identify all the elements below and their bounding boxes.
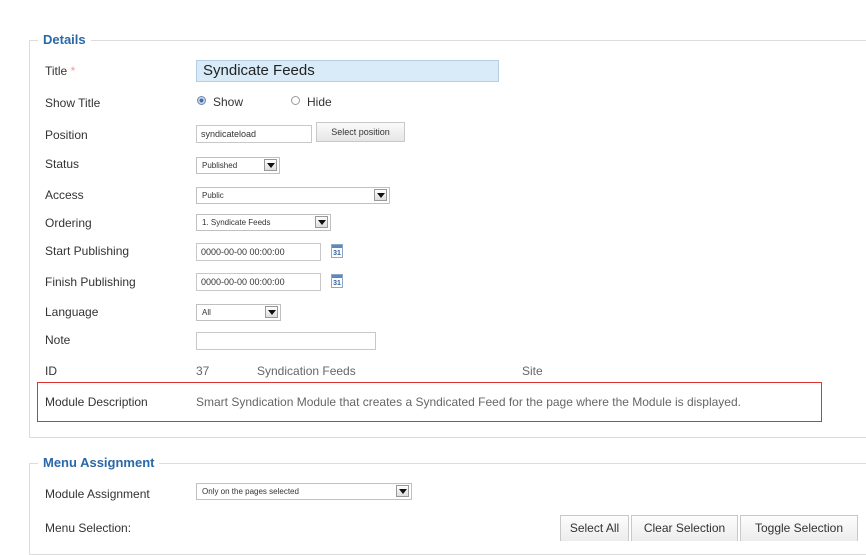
title-label-text: Title [45, 64, 68, 78]
module-assignment-select[interactable]: Only on the pages selected [196, 483, 412, 500]
details-legend: Details [38, 32, 91, 47]
toggle-selection-button[interactable]: Toggle Selection [740, 515, 858, 541]
menu-selection-label: Menu Selection: [45, 521, 132, 535]
id-client: Site [522, 364, 543, 378]
ordering-value: 1. Syndicate Feeds [202, 218, 271, 227]
select-position-button[interactable]: Select position [316, 122, 405, 142]
access-select[interactable]: Public [196, 187, 390, 204]
clear-selection-button[interactable]: Clear Selection [631, 515, 738, 541]
language-select[interactable]: All [196, 304, 281, 321]
calendar-icon[interactable]: 31 [331, 244, 343, 258]
status-label: Status [45, 157, 80, 171]
show-title-label: Show Title [45, 96, 101, 110]
ordering-select[interactable]: 1. Syndicate Feeds [196, 214, 331, 231]
access-value: Public [202, 191, 224, 200]
module-assignment-label: Module Assignment [45, 487, 150, 501]
language-label: Language [45, 305, 99, 319]
finish-publishing-input[interactable]: 0000-00-00 00:00:00 [196, 273, 321, 291]
dropdown-arrow-icon[interactable] [265, 306, 278, 318]
required-mark: * [70, 64, 76, 78]
radio-hide-label[interactable]: Hide [307, 95, 332, 109]
radio-hide-icon[interactable] [291, 96, 300, 105]
ordering-label: Ordering [45, 216, 92, 230]
dropdown-arrow-icon[interactable] [396, 485, 409, 497]
note-label: Note [45, 333, 71, 347]
radio-show-label[interactable]: Show [213, 95, 243, 109]
status-value: Published [202, 161, 238, 170]
module-description-value: Smart Syndication Module that creates a … [196, 395, 741, 409]
dropdown-arrow-icon[interactable] [315, 216, 328, 228]
menu-assignment-legend: Menu Assignment [38, 455, 160, 470]
id-value: 37 [196, 364, 210, 378]
title-input[interactable]: Syndicate Feeds [196, 60, 499, 82]
module-assignment-value: Only on the pages selected [202, 487, 299, 496]
position-label: Position [45, 128, 88, 142]
status-select[interactable]: Published [196, 157, 280, 174]
finish-publishing-label: Finish Publishing [45, 275, 136, 289]
calendar-icon[interactable]: 31 [331, 274, 343, 288]
start-publishing-input[interactable]: 0000-00-00 00:00:00 [196, 243, 321, 261]
dropdown-arrow-icon[interactable] [264, 159, 277, 171]
language-value: All [202, 308, 211, 317]
menu-assignment-fieldset [29, 463, 866, 555]
position-input[interactable]: syndicateload [196, 125, 312, 143]
start-publishing-label: Start Publishing [45, 244, 130, 258]
title-label: Title * [45, 64, 75, 78]
select-all-button[interactable]: Select All [560, 515, 629, 541]
details-fieldset [29, 40, 866, 438]
access-label: Access [45, 188, 84, 202]
dropdown-arrow-icon[interactable] [374, 189, 387, 201]
id-module-name: Syndication Feeds [257, 364, 356, 378]
radio-show-icon[interactable] [197, 96, 206, 105]
id-label: ID [45, 364, 57, 378]
note-input[interactable] [196, 332, 376, 350]
module-description-label: Module Description [45, 395, 148, 409]
